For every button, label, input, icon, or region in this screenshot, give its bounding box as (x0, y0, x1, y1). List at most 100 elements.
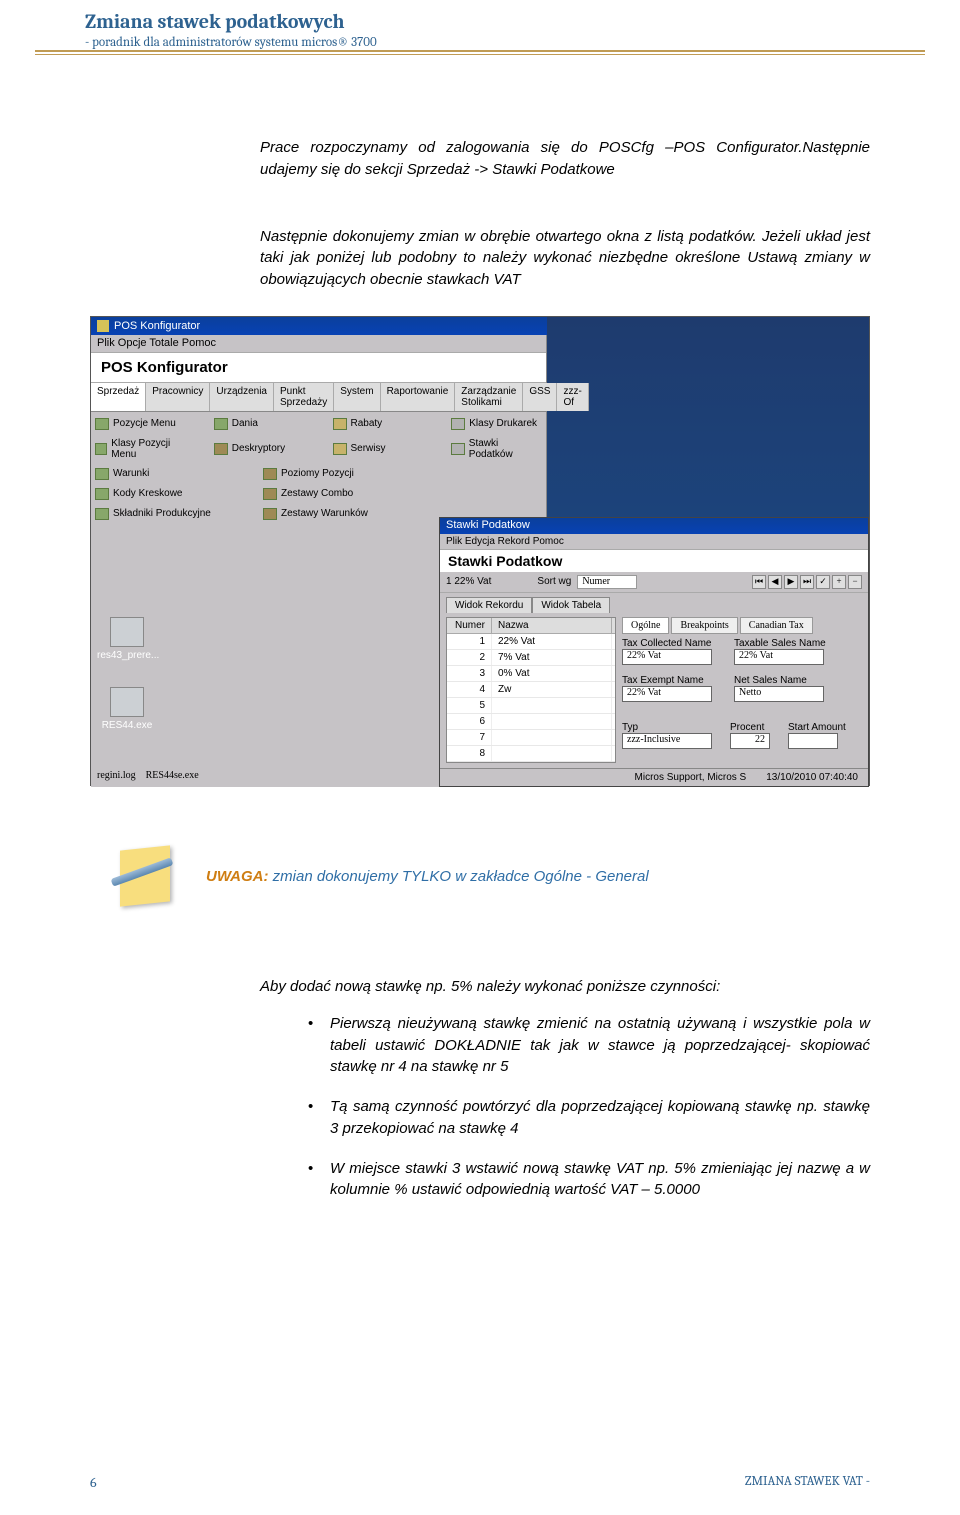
grid-kody[interactable]: Kody Kreskowe (95, 488, 235, 500)
subwindow-heading: Stawki Podatkow (440, 550, 868, 572)
folder-icon (95, 443, 107, 455)
table-row[interactable]: 30% Vat (447, 666, 615, 682)
table-row[interactable]: 27% Vat (447, 650, 615, 666)
view-tabs: Widok Rekordu Widok Tabela (446, 597, 862, 613)
main-tabs[interactable]: Sprzedaż Pracownicy Urządzenia Punkt Spr… (91, 383, 546, 412)
input-tax-collected[interactable]: 22% Vat (622, 649, 712, 665)
label-start-amount: Start Amount (788, 722, 846, 733)
nav-prev-icon[interactable]: ◀ (768, 575, 782, 589)
folder-icon (451, 443, 465, 455)
taskbar: regini.log RES44se.exe (97, 770, 199, 781)
grid-zestawy-combo[interactable]: Zestawy Combo (263, 488, 403, 500)
grid-stawki-podatkow[interactable]: Stawki Podatków (451, 438, 542, 460)
detail-tabs: Ogólne Breakpoints Canadian Tax (622, 617, 862, 634)
subwindow-body: Numer Nazwa 122% Vat 27% Vat 30% Vat 4Zw… (440, 613, 868, 763)
table-row[interactable]: 7 (447, 730, 615, 746)
record-nav-row: 1 22% Vat Sort wg Numer ⏮ ◀ ▶ ⏭ ✓ + − (440, 572, 868, 593)
window-title: POS Konfigurator (114, 320, 200, 332)
table-row[interactable]: 6 (447, 714, 615, 730)
tab-zarz[interactable]: Zarządzanie Stolikami (455, 383, 523, 411)
grid-zestawy-war[interactable]: Zestawy Warunków (263, 508, 403, 520)
paragraph-intro: Prace rozpoczynamy od zalogowania się do… (260, 137, 870, 181)
grid-deskryptory[interactable]: Deskryptory (214, 438, 305, 460)
tab-canadian[interactable]: Canadian Tax (740, 617, 813, 634)
input-start-amount[interactable] (788, 733, 838, 749)
detail-panel: Ogólne Breakpoints Canadian Tax Tax Coll… (622, 617, 862, 763)
sort-label: Sort wg (537, 576, 571, 587)
input-net-sales[interactable]: Netto (734, 686, 824, 702)
panel-title: POS Konfigurator (91, 353, 546, 383)
tab-raport[interactable]: Raportowanie (381, 383, 456, 411)
folder-icon (214, 418, 228, 430)
record-nav-buttons: ⏮ ◀ ▶ ⏭ ✓ + − (752, 575, 862, 589)
sort-select[interactable]: Numer (577, 575, 637, 589)
nav-plus-icon[interactable]: + (832, 575, 846, 589)
nav-first-icon[interactable]: ⏮ (752, 575, 766, 589)
tab-widok-tabela[interactable]: Widok Tabela (532, 597, 610, 613)
folder-icon (95, 468, 109, 480)
nav-check-icon[interactable]: ✓ (816, 575, 830, 589)
tab-urzadzenia[interactable]: Urządzenia (210, 383, 274, 411)
label-taxable-sales: Taxable Sales Name (734, 638, 826, 649)
grid-klasy-drukarek[interactable]: Klasy Drukarek (451, 418, 542, 430)
table-row[interactable]: 5 (447, 698, 615, 714)
folder-icon (95, 488, 109, 500)
tab-ogolne[interactable]: Ogólne (622, 617, 669, 634)
note-body: zmian dokonujemy TYLKO w zakładce Ogólne… (269, 868, 649, 885)
input-procent[interactable]: 22 (730, 733, 770, 749)
label-tax-exempt: Tax Exempt Name (622, 675, 712, 686)
nav-next-icon[interactable]: ▶ (784, 575, 798, 589)
current-record: 1 22% Vat (446, 576, 491, 587)
content-area: Prace rozpoczynamy od zalogowania się do… (0, 57, 960, 1201)
nav-last-icon[interactable]: ⏭ (800, 575, 814, 589)
tab-zzz[interactable]: zzz-Of (557, 383, 588, 411)
app-screenshot: POS Konfigurator Plik Opcje Totale Pomoc… (90, 316, 870, 786)
label-procent: Procent (730, 722, 770, 733)
grid-klasy-pozycji[interactable]: Klasy Pozycji Menu (95, 438, 186, 460)
taskbar-item[interactable]: RES44se.exe (146, 770, 199, 781)
folder-icon (333, 443, 347, 455)
select-typ[interactable]: zzz-Inclusive (622, 733, 712, 749)
grid-poziomy[interactable]: Poziomy Pozycji (263, 468, 403, 480)
note-pen-icon (110, 846, 186, 908)
menu-bar[interactable]: Plik Opcje Totale Pomoc (91, 335, 546, 353)
stawki-window: Stawki Podatkow Plik Edycja Rekord Pomoc… (439, 517, 869, 787)
grid-serwisy[interactable]: Serwisy (333, 438, 424, 460)
folder-icon (451, 418, 465, 430)
grid-skladniki[interactable]: Składniki Produkcyjne (95, 508, 235, 520)
table-row[interactable]: 122% Vat (447, 634, 615, 650)
desktop-icon[interactable]: RES44.exe (97, 687, 157, 731)
input-tax-exempt[interactable]: 22% Vat (622, 686, 712, 702)
desktop-icon[interactable]: res43_prere... (97, 617, 157, 661)
input-taxable-sales[interactable]: 22% Vat (734, 649, 824, 665)
stawki-table: Numer Nazwa 122% Vat 27% Vat 30% Vat 4Zw… (446, 617, 616, 763)
grid-warunki[interactable]: Warunki (95, 468, 235, 480)
tab-punkt[interactable]: Punkt Sprzedaży (274, 383, 334, 411)
tab-system[interactable]: System (334, 383, 380, 411)
paragraph-context: Następnie dokonujemy zmian w obrębie otw… (260, 226, 870, 291)
grid-pozycje-menu[interactable]: Pozycje Menu (95, 418, 186, 430)
table-row[interactable]: 4Zw (447, 682, 615, 698)
nav-minus-icon[interactable]: − (848, 575, 862, 589)
tab-sprzedaz[interactable]: Sprzedaż (91, 383, 146, 411)
table-row[interactable]: 8 (447, 746, 615, 762)
tab-gss[interactable]: GSS (523, 383, 557, 411)
note-text: UWAGA: zmian dokonujemy TYLKO w zakładce… (206, 868, 649, 885)
folder-icon (95, 418, 109, 430)
grid-rabaty[interactable]: Rabaty (333, 418, 424, 430)
paragraph-steps-intro: Aby dodać nową stawkę np. 5% należy wyko… (260, 978, 870, 995)
tab-breakpoints[interactable]: Breakpoints (671, 617, 737, 634)
list-item: W miejsce stawki 3 wstawić nową stawkę V… (308, 1158, 870, 1202)
tab-pracownicy[interactable]: Pracownicy (146, 383, 210, 411)
folder-icon (263, 468, 277, 480)
folder-icon (95, 508, 109, 520)
label-net-sales: Net Sales Name (734, 675, 824, 686)
grid-dania[interactable]: Dania (214, 418, 305, 430)
tab-widok-rekordu[interactable]: Widok Rekordu (446, 597, 532, 613)
desktop-icons: res43_prere... RES44.exe (97, 617, 157, 731)
folder-icon (263, 488, 277, 500)
page-footer: 6 ZMIANA STAWEK VAT - (0, 1474, 960, 1491)
status-datetime: 13/10/2010 07:40:40 (766, 772, 858, 783)
taskbar-item[interactable]: regini.log (97, 770, 136, 781)
subwindow-menubar[interactable]: Plik Edycja Rekord Pomoc (440, 534, 868, 550)
